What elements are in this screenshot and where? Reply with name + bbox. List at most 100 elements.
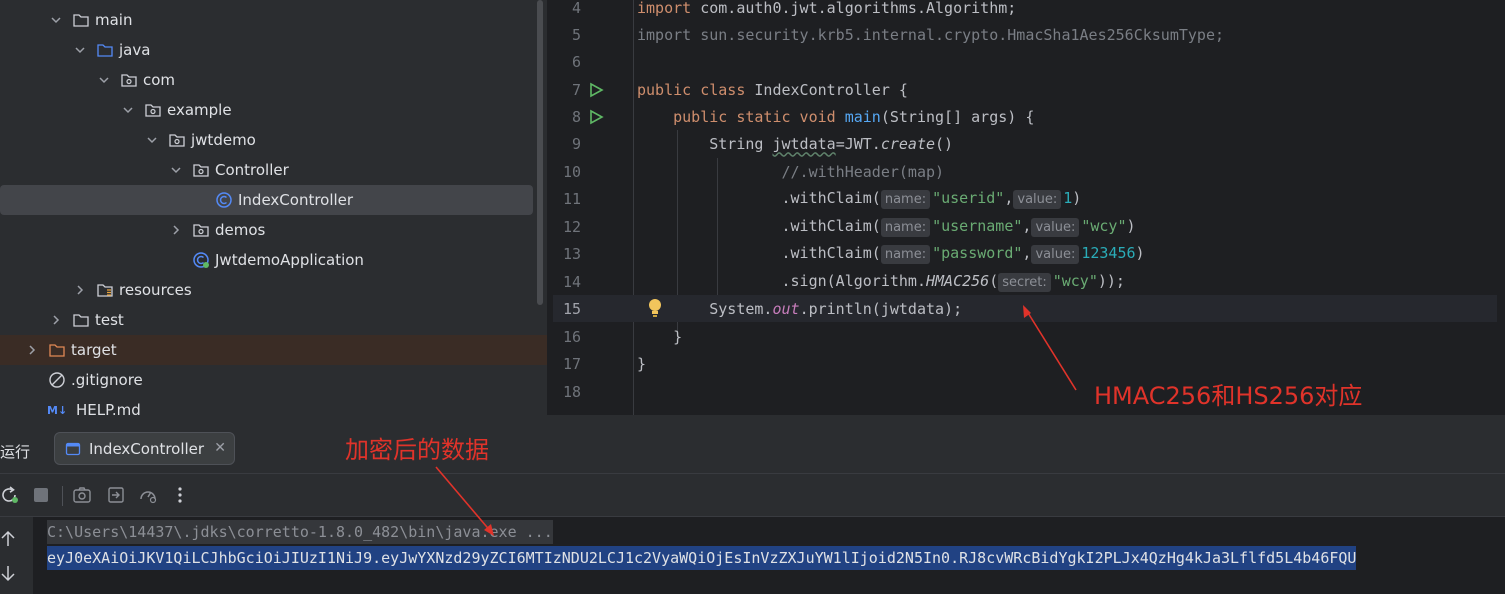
chevron-right-icon[interactable]	[72, 282, 88, 298]
arrow-up-icon[interactable]	[0, 530, 16, 548]
tree-item-jwtdemoapplication[interactable]: JwtdemoApplication	[0, 245, 547, 275]
tree-item-indexcontroller[interactable]: IndexController	[0, 185, 533, 215]
code-token: .withClaim(	[781, 188, 881, 207]
package-icon	[192, 161, 210, 179]
chevron-down-icon[interactable]	[72, 42, 88, 58]
tree-item-controller[interactable]: Controller	[0, 155, 547, 185]
source-folder-icon	[96, 41, 114, 59]
chevron-right-icon[interactable]	[168, 222, 184, 238]
package-icon	[120, 71, 138, 89]
code-token: String	[709, 134, 773, 153]
line-number: 7	[571, 80, 581, 99]
chevron-right-icon[interactable]	[24, 342, 40, 358]
camera-icon[interactable]	[72, 485, 92, 505]
parameter-hint: name:	[880, 189, 931, 209]
code-token: ,	[1004, 188, 1014, 207]
code-token: ));	[1097, 271, 1125, 290]
code-line-15[interactable]: 15 System.out.println(jwtdata);	[553, 295, 1505, 322]
stop-icon[interactable]	[31, 485, 51, 505]
code-token: main	[844, 107, 881, 126]
code-token: }	[637, 354, 647, 373]
chevron-down-icon[interactable]	[144, 132, 160, 148]
package-icon	[168, 131, 186, 149]
chevron-down-icon[interactable]	[48, 12, 64, 28]
arrow-down-icon[interactable]	[0, 564, 16, 582]
code-line-16[interactable]: 16 }	[553, 323, 1505, 350]
code-number: 123456	[1081, 243, 1136, 262]
code-number: 1	[1063, 188, 1073, 207]
editor-scrollbar[interactable]	[1497, 0, 1505, 415]
tree-item-jwtdemo[interactable]: jwtdemo	[0, 125, 547, 155]
code-line-12[interactable]: 12 .withClaim(name: "username", value: "wcy…	[553, 213, 1505, 240]
tree-item-target[interactable]: target	[0, 335, 547, 365]
chevron-down-icon[interactable]	[120, 102, 136, 118]
parameter-hint: value:	[1013, 189, 1062, 209]
code-line-11[interactable]: 11 .withClaim(name: "userid", value: 1)	[553, 185, 1505, 212]
code-line-6[interactable]: 6	[553, 48, 1505, 75]
code-token: import	[637, 0, 692, 17]
code-string: "password"	[932, 243, 1023, 262]
run-gutter-icon[interactable]	[588, 109, 604, 125]
code-line-5[interactable]: 5 import sun.security.krb5.internal.cryp…	[553, 21, 1505, 48]
code-string: "wcy"	[1052, 271, 1098, 290]
annotation-encrypted-data: 加密后的数据	[345, 436, 489, 464]
code-line-9[interactable]: 9 String jwtdata=JWT.create()	[553, 130, 1505, 157]
tree-scrollbar[interactable]	[537, 0, 543, 305]
code-token: .println(jwtdata);	[799, 299, 963, 318]
code-string: "userid"	[932, 188, 1005, 207]
code-token: .sign(Algorithm.	[781, 271, 927, 290]
tree-item-demos[interactable]: demos	[0, 215, 547, 245]
excluded-folder-icon	[48, 341, 66, 359]
code-token: out	[772, 299, 800, 318]
code-string: "username"	[932, 216, 1023, 235]
tree-item-com[interactable]: com	[0, 65, 547, 95]
close-icon[interactable]: ✕	[214, 440, 226, 456]
console-command-line[interactable]: C:\Users\14437\.jdks\corretto-1.8.0_482\…	[47, 520, 553, 544]
tree-item-label: example	[167, 101, 232, 119]
run-tab-indexcontroller[interactable]: IndexController ✕	[54, 432, 235, 465]
chevron-down-icon[interactable]	[168, 162, 184, 178]
chevron-right-icon[interactable]	[48, 312, 64, 328]
parameter-hint: name:	[880, 244, 931, 264]
code-token: IndexController {	[745, 80, 908, 99]
tree-item-example[interactable]: example	[0, 95, 547, 125]
parameter-hint: value:	[1031, 244, 1080, 264]
tree-item-label: main	[95, 11, 133, 29]
tree-item-help-md[interactable]: M↓ HELP.md	[0, 395, 547, 415]
code-line-14[interactable]: 14 .sign(Algorithm.HMAC256(secret: "wcy")…	[553, 268, 1505, 295]
java-class-icon	[215, 191, 233, 209]
chevron-down-icon[interactable]	[96, 72, 112, 88]
tree-item-label: target	[71, 341, 117, 359]
code-line-17[interactable]: 17 }	[553, 350, 1505, 377]
exit-icon[interactable]	[106, 485, 126, 505]
more-options-icon[interactable]	[170, 485, 190, 505]
line-number: 16	[562, 327, 581, 346]
ignore-file-icon	[48, 371, 66, 389]
code-comment: //.withHeader(map)	[781, 162, 945, 181]
lightbulb-icon[interactable]	[647, 298, 663, 318]
code-editor[interactable]: 4 import com.auth0.jwt.algorithms.Algori…	[553, 0, 1505, 415]
line-number: 8	[571, 107, 581, 126]
tree-item-test[interactable]: test	[0, 305, 547, 335]
line-number: 13	[562, 244, 581, 263]
code-line-10[interactable]: 10 //.withHeader(map)	[553, 158, 1505, 185]
panel-divider[interactable]	[0, 415, 1505, 423]
parameter-hint: value:	[1031, 217, 1080, 237]
code-line-8[interactable]: 8 public static void main(String[] args)…	[553, 103, 1505, 130]
tree-item-resources[interactable]: resources	[0, 275, 547, 305]
tree-item-main[interactable]: main	[0, 5, 547, 35]
code-token: )	[1135, 243, 1145, 262]
code-line-4[interactable]: 4 import com.auth0.jwt.algorithms.Algori…	[553, 0, 1505, 21]
code-token: .withClaim(	[781, 216, 881, 235]
console-output-line[interactable]: eyJ0eXAiOiJKV1QiLCJhbGciOiJIUzI1NiJ9.eyJ…	[47, 546, 1357, 570]
console-output[interactable]: C:\Users\14437\.jdks\corretto-1.8.0_482\…	[33, 517, 1505, 594]
code-line-7[interactable]: 7 public class IndexController {	[553, 76, 1505, 103]
code-line-13[interactable]: 13 .withClaim(name: "password", value: 1234…	[553, 240, 1505, 267]
rerun-icon[interactable]	[0, 485, 20, 505]
run-gutter-icon[interactable]	[588, 82, 604, 98]
tree-item-java[interactable]: java	[0, 35, 547, 65]
profiler-icon[interactable]	[138, 485, 158, 505]
code-token: ()	[935, 134, 954, 153]
tree-item-gitignore[interactable]: .gitignore	[0, 365, 547, 395]
toolbar-separator	[62, 486, 63, 506]
